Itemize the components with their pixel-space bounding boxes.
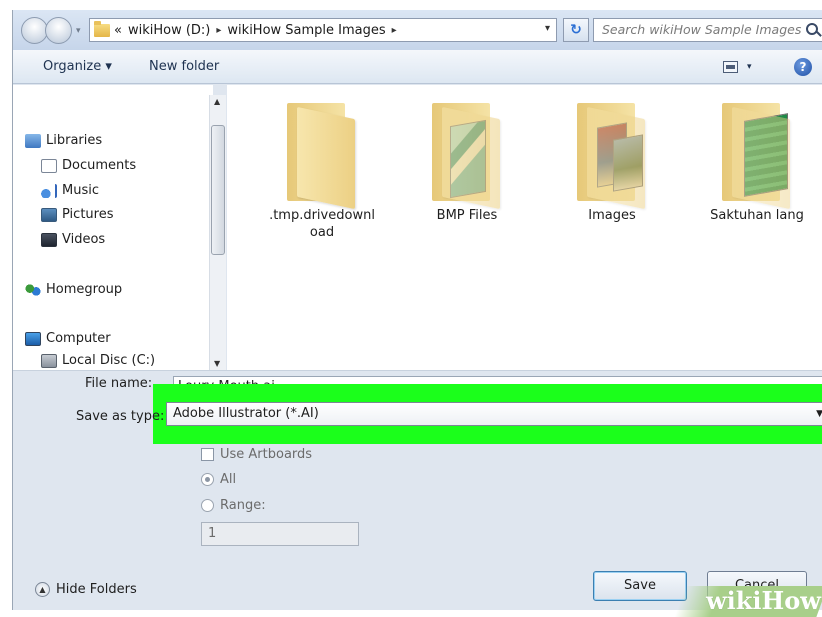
save-as-type-value: Adobe Illustrator (*.AI) [173,406,319,421]
homegroup-icon [25,282,41,297]
sidebar-item-label: Computer [46,331,111,346]
collapse-icon: ▲ [35,582,50,597]
save-as-type-label: Save as type: [76,409,165,424]
folder-name: Saktuhan lang [710,208,804,223]
libraries-icon [25,133,41,148]
local-disk-icon [41,353,57,368]
sidebar-item-label: Documents [62,158,137,173]
folder-name: BMP Files [436,208,498,223]
chevron-down-icon[interactable]: ▼ [816,403,822,425]
file-name-label: File name: [85,376,153,391]
folder-item[interactable]: BMP Files [402,95,532,224]
use-artboards-checkbox[interactable]: Use Artboards [201,447,312,462]
all-radio[interactable]: All [201,472,236,487]
folder-name: Images [588,208,636,223]
organize-button[interactable]: Organize ▾ [43,59,112,74]
documents-icon [41,158,57,173]
scroll-up-icon[interactable]: ▲ [214,97,220,106]
breadcrumb-overflow[interactable]: « [114,23,122,38]
save-as-type-select[interactable]: Adobe Illustrator (*.AI) ▼ [166,402,822,426]
view-dropdown-icon[interactable]: ▾ [747,62,752,72]
view-options-icon[interactable] [723,61,738,73]
radio-icon[interactable] [201,499,214,512]
music-icon [41,183,57,198]
address-bar[interactable]: « wikiHow (D:) ▸ wikiHow Sample Images ▸… [89,18,557,42]
hide-folders-label: Hide Folders [56,582,137,597]
divider [13,370,822,371]
checkbox-icon[interactable] [201,448,214,461]
forward-button[interactable] [45,17,72,44]
range-label: Range: [220,498,266,513]
sidebar-item-videos[interactable]: Videos [41,232,105,247]
scrollbar-thumb[interactable] [211,125,225,255]
sidebar-item-label: Local Disc (C:) [62,353,156,368]
range-input[interactable]: 1 [201,522,359,546]
folder-icon [567,95,657,210]
sidebar-item-label: Homegroup [46,282,123,297]
breadcrumb-separator-icon[interactable]: ▸ [216,25,221,36]
recent-pages-dropdown-icon[interactable]: ▾ [76,26,81,36]
save-dialog: ▾ « wikiHow (D:) ▸ wikiHow Sample Images… [12,10,822,610]
folder-icon [277,95,367,210]
navigation-pane: Libraries Documents Music Pictures Video… [13,85,213,370]
refresh-button[interactable]: ↻ [563,18,589,42]
sidebar-item-libraries[interactable]: Libraries [25,133,102,148]
folder-item[interactable]: Saktuhan lang [692,95,822,224]
folder-icon [422,95,512,210]
folder-item[interactable]: Images [547,95,677,224]
breadcrumb-folder[interactable]: wikiHow Sample Images [227,23,385,38]
sidebar-item-label: Pictures [62,207,114,222]
address-dropdown-icon[interactable]: ▾ [545,23,550,34]
folder-icon [94,20,110,37]
search-input[interactable]: Search wikiHow Sample Images [593,18,822,42]
use-artboards-label: Use Artboards [220,447,313,462]
sidebar-item-documents[interactable]: Documents [41,158,136,173]
sidebar-item-music[interactable]: Music [41,183,99,198]
toolbar: Organize ▾ New folder ▾ ? [13,50,822,84]
sidebar-item-label: Libraries [46,133,103,148]
folder-item[interactable]: .tmp.drivedownl oad [257,95,387,241]
search-placeholder: Search wikiHow Sample Images [602,22,802,37]
range-radio[interactable]: Range: [201,498,266,513]
breadcrumb-separator-icon[interactable]: ▸ [392,25,397,36]
scroll-down-icon[interactable]: ▼ [214,359,220,368]
sidebar-item-homegroup[interactable]: Homegroup [25,282,122,297]
search-icon[interactable] [806,23,818,35]
sidebar-item-local-disk[interactable]: Local Disc (C:) [41,353,155,368]
folder-name: .tmp.drivedownl oad [269,208,375,240]
pictures-icon [41,207,57,222]
breadcrumb-drive[interactable]: wikiHow (D:) [128,23,210,38]
address-row: ▾ « wikiHow (D:) ▸ wikiHow Sample Images… [13,10,822,50]
all-label: All [220,472,237,487]
save-button[interactable]: Save [593,571,687,601]
sidebar-item-label: Music [62,183,99,198]
radio-selected-icon[interactable] [201,473,214,486]
new-folder-button[interactable]: New folder [149,59,219,74]
computer-icon [25,331,41,346]
sidebar-item-computer[interactable]: Computer [25,331,111,346]
hide-folders-button[interactable]: ▲ Hide Folders [35,582,137,597]
wikihow-watermark: wikiHow [706,586,821,615]
videos-icon [41,232,57,247]
sidebar-item-label: Videos [62,232,106,247]
file-list: .tmp.drivedownl oad BMP Files Images Sakt… [227,85,822,370]
help-icon[interactable]: ? [794,58,812,76]
sidebar-item-pictures[interactable]: Pictures [41,207,113,222]
back-button[interactable] [21,17,48,44]
folder-icon [712,95,802,210]
navigation-scrollbar[interactable]: ▲ ▼ [209,95,226,370]
